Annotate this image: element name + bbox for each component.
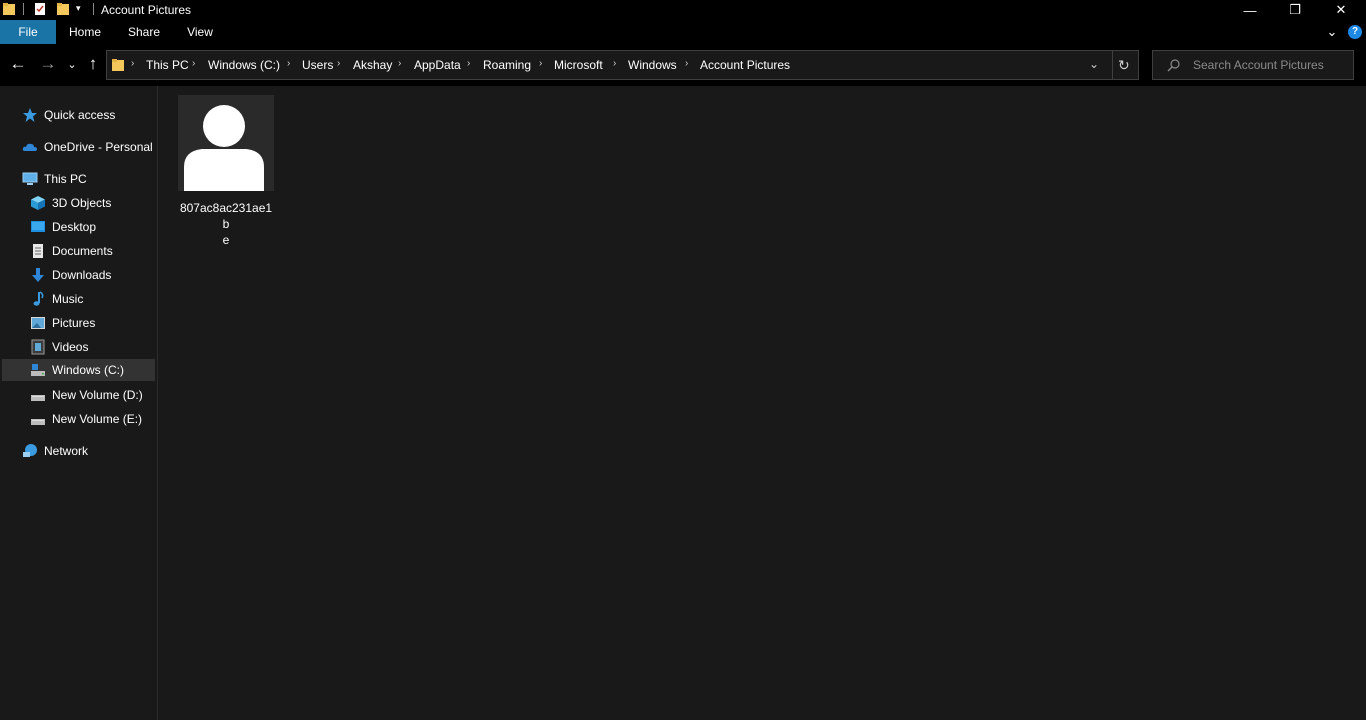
sidebar-item-documents[interactable]: Documents <box>30 240 113 262</box>
breadcrumb-separator[interactable]: › <box>398 58 401 69</box>
tab-file[interactable]: File <box>0 20 56 44</box>
breadcrumb-microsoft[interactable]: Microsoft <box>554 58 603 72</box>
file-thumbnail <box>178 95 274 191</box>
divider <box>23 3 24 15</box>
sidebar-item-music[interactable]: Music <box>30 288 83 310</box>
drive-icon <box>31 364 45 376</box>
sidebar-item-3d-objects[interactable]: 3D Objects <box>30 192 111 214</box>
sidebar-item-label: Network <box>44 444 89 458</box>
tab-home[interactable]: Home <box>62 20 108 44</box>
sidebar-item-desktop[interactable]: Desktop <box>30 216 96 238</box>
breadcrumb-account-pictures[interactable]: Account Pictures <box>700 58 790 72</box>
sidebar-item-label: 3D Objects <box>52 196 112 210</box>
sidebar-item-onedrive[interactable]: OneDrive - Personal <box>22 136 153 158</box>
breadcrumb-users[interactable]: Users <box>302 58 333 72</box>
search-input[interactable]: Search Account Pictures <box>1193 58 1324 72</box>
file-name: 807ac8ac231ae1b e <box>178 200 274 248</box>
sidebar-item-downloads[interactable]: Downloads <box>30 264 111 286</box>
breadcrumb-akshay[interactable]: Akshay <box>353 58 392 72</box>
video-icon <box>31 339 45 355</box>
file-list[interactable]: 807ac8ac231ae1b e <box>158 86 1366 720</box>
sidebar-item-new-volume-d[interactable]: New Volume (D:) <box>30 384 143 406</box>
sidebar-item-label: Music <box>52 292 84 306</box>
customize-quick-access-icon[interactable]: ▾ <box>76 3 81 14</box>
sidebar-item-this-pc[interactable]: This PC <box>22 168 87 190</box>
drive-icon <box>31 395 45 401</box>
sidebar-item-label: This PC <box>44 172 87 186</box>
forward-button[interactable]: → <box>38 54 58 74</box>
breadcrumb-separator[interactable]: › <box>685 58 688 69</box>
sidebar-item-network[interactable]: Network <box>22 440 88 462</box>
address-dropdown-icon[interactable]: ⌄ <box>1089 57 1099 71</box>
computer-icon <box>22 172 38 185</box>
search-icon <box>1167 59 1180 72</box>
help-icon[interactable]: ? <box>1348 25 1362 39</box>
file-name-line: e <box>222 233 230 247</box>
file-name-line: 807ac8ac231ae1b <box>179 201 273 231</box>
breadcrumb-separator[interactable]: › <box>192 58 195 69</box>
breadcrumb-roaming[interactable]: Roaming <box>483 58 531 72</box>
title-bar: ▾ Account Pictures — ❐ ✕ <box>0 0 1366 20</box>
sidebar-item-windows-c[interactable]: Windows (C:) <box>2 359 155 381</box>
sidebar-item-label: New Volume (D:) <box>52 388 143 402</box>
folder-icon <box>3 3 15 15</box>
breadcrumb-separator[interactable]: › <box>337 58 340 69</box>
close-button[interactable]: ✕ <box>1318 0 1364 20</box>
address-bar[interactable]: › This PC › Windows (C:) › Users › Aksha… <box>106 50 1139 80</box>
window-title: Account Pictures <box>101 3 192 17</box>
breadcrumb-separator[interactable]: › <box>613 58 616 69</box>
sidebar-item-label: New Volume (E:) <box>52 412 143 426</box>
sidebar-item-label: OneDrive - Personal <box>44 140 153 154</box>
sidebar-item-label: Documents <box>52 244 113 258</box>
recent-locations-button[interactable]: ⌄ <box>62 54 82 74</box>
sidebar-item-label: Windows (C:) <box>52 363 125 377</box>
network-icon <box>23 444 37 457</box>
tab-view[interactable]: View <box>180 20 220 44</box>
folder-icon <box>112 59 124 71</box>
sidebar-item-label: Downloads <box>52 268 112 282</box>
music-icon <box>33 291 44 306</box>
desktop-icon <box>31 221 45 232</box>
breadcrumb-separator[interactable]: › <box>131 58 134 69</box>
expand-ribbon-icon[interactable]: ⌄ <box>1322 20 1342 44</box>
cube-icon <box>31 196 45 210</box>
sidebar-item-label: Pictures <box>52 316 96 330</box>
back-button[interactable]: ← <box>8 54 28 74</box>
download-icon <box>32 268 44 282</box>
star-icon <box>23 108 37 122</box>
breadcrumb-separator[interactable]: › <box>467 58 470 69</box>
user-silhouette-icon <box>178 95 274 191</box>
file-item[interactable]: 807ac8ac231ae1b e <box>178 95 274 247</box>
breadcrumb-appdata[interactable]: AppData <box>414 58 461 72</box>
sidebar-item-label: Desktop <box>52 220 97 234</box>
restore-button[interactable]: ❐ <box>1272 0 1318 20</box>
minimize-button[interactable]: — <box>1227 0 1273 20</box>
sidebar-item-new-volume-e[interactable]: New Volume (E:) <box>30 408 142 430</box>
cloud-icon <box>22 143 37 151</box>
sidebar-item-label: Quick access <box>44 108 116 122</box>
sidebar-item-pictures[interactable]: Pictures <box>30 312 95 334</box>
picture-icon <box>31 317 45 329</box>
sidebar-item-quick-access[interactable]: Quick access <box>22 104 115 126</box>
divider <box>1112 51 1113 79</box>
new-folder-icon[interactable] <box>57 2 69 16</box>
drive-icon <box>31 419 45 425</box>
breadcrumb-separator[interactable]: › <box>539 58 542 69</box>
document-icon <box>33 244 43 258</box>
breadcrumb-this-pc[interactable]: This PC <box>146 58 189 72</box>
breadcrumb-separator[interactable]: › <box>287 58 290 69</box>
tab-share[interactable]: Share <box>122 20 166 44</box>
ribbon-tabs: File Home Share View ⌄ <box>0 20 1366 44</box>
sidebar-item-videos[interactable]: Videos <box>30 336 88 358</box>
divider <box>93 3 94 15</box>
breadcrumb-windows[interactable]: Windows <box>628 58 677 72</box>
refresh-icon[interactable]: ↻ <box>1118 57 1130 74</box>
sidebar-item-label: Videos <box>52 340 89 354</box>
up-button[interactable]: ↑ <box>83 54 103 74</box>
search-box[interactable]: Search Account Pictures <box>1152 50 1354 80</box>
breadcrumb-windows-c[interactable]: Windows (C:) <box>208 58 280 72</box>
properties-icon[interactable] <box>34 2 46 16</box>
